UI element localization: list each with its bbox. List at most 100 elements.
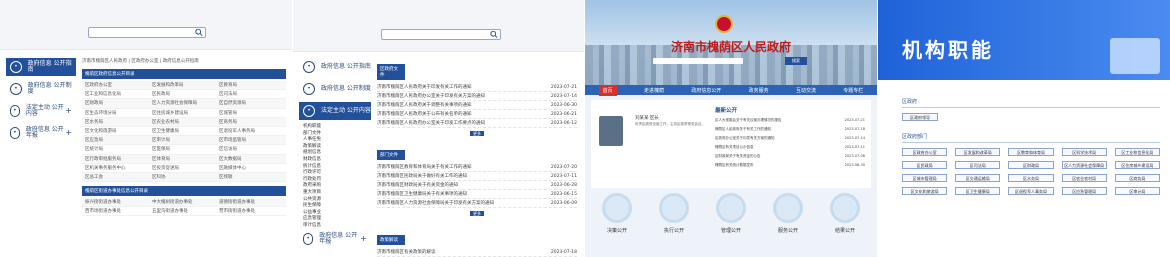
table-cell-link[interactable]: 区商务局 (219, 119, 286, 125)
sidebar-item[interactable]: • 政府信息 公开指南 (6, 58, 76, 76)
table-cell-link[interactable]: 道德街街道办事处 (219, 199, 286, 205)
dept-button[interactable]: 区司法局 (955, 161, 1001, 169)
sidebar-item[interactable]: • 政府信息 公开制度 (299, 80, 371, 98)
table-cell-link[interactable]: 区生态环境分局 (85, 110, 152, 116)
table-cell-link[interactable]: 区文化和旅游局 (85, 128, 152, 134)
sub-nav-item[interactable]: 行政许可 (299, 170, 371, 177)
search-input[interactable] (88, 27, 206, 38)
sub-nav-item[interactable]: 机构职能 (299, 124, 371, 131)
item-title[interactable]: 济南市槐荫区人民政府关于公布有关名单的通知 (377, 111, 472, 117)
table-cell-link[interactable]: 区政府办公室 (85, 82, 152, 88)
table-cell-link[interactable]: 区人力资源社会保障局 (152, 100, 219, 106)
sub-nav-item[interactable]: 财政信息 (299, 157, 371, 164)
table-cell-link[interactable]: 区残联 (219, 174, 286, 180)
table-cell-link[interactable]: 区农业农村局 (152, 119, 219, 125)
disclosure-card[interactable]: 决策公开 (591, 193, 643, 234)
more-button[interactable]: 更多 (470, 131, 484, 136)
table-cell-link[interactable]: 营市街街道办事处 (219, 208, 286, 214)
nav-item[interactable]: 政府信息公开 (691, 87, 721, 94)
sidebar-item[interactable]: • 法定主动 公开内容 + (6, 102, 76, 120)
dept-button[interactable]: 区发展和改革局 (955, 148, 1001, 156)
sub-nav-item[interactable]: 规划信息 (299, 150, 371, 157)
list-item[interactable]: 济南市槐荫区财政局关于有关资金的通知 2023-06-28 (377, 181, 577, 190)
latest-item-title[interactable]: 区人大常委会关于有关议案办理情况的报告 (715, 118, 782, 123)
latest-item-title[interactable]: 区财政局关于有关资金的公告 (715, 154, 761, 159)
table-cell-link[interactable]: 区总工会 (85, 174, 152, 180)
dept-button[interactable]: 区应急管理局 (1061, 187, 1107, 195)
disclosure-card[interactable]: 管理公开 (705, 193, 757, 234)
latest-item-title[interactable]: 区政府办公室关于印发有关方案的通知 (715, 136, 775, 141)
more-button[interactable]: 更多 (470, 211, 484, 216)
table-cell-link[interactable]: 区大数据局 (219, 156, 286, 162)
disclosure-card[interactable]: 服务公开 (762, 193, 814, 234)
item-title[interactable]: 济南市槐荫区民政局关于做好有关工作的通知 (377, 173, 467, 179)
table-cell-link[interactable]: 区医保局 (152, 146, 219, 152)
table-cell-link[interactable]: 西市场街道办事处 (85, 208, 152, 214)
list-item[interactable]: 济南市槐荫区教育和体育局关于有关工作的通知 2023-07-20 (377, 163, 577, 172)
search-button[interactable]: 搜索 (785, 57, 807, 65)
nav-item[interactable]: 专题专栏 (843, 87, 863, 94)
list-item[interactable]: 济南市槐荫区卫生健康局关于有关事项的通知 2023-06-15 (377, 190, 577, 199)
dept-button[interactable]: 区退役军人事务局 (1008, 187, 1054, 195)
latest-item[interactable]: 区政府办公室关于印发有关方案的通知 2023-07-14 (715, 136, 865, 141)
item-title[interactable]: 济南市槐荫区人力资源社会保障局关于印发有关方案的通知 (377, 200, 494, 206)
dept-button[interactable]: 区财政局 (1008, 161, 1054, 169)
table-cell-link[interactable]: 区财政局 (85, 100, 152, 106)
dept-button[interactable]: 区教育和体育局 (1008, 148, 1054, 156)
expand-icon[interactable]: + (360, 234, 367, 242)
nav-item[interactable]: 走进槐荫 (644, 87, 664, 94)
list-item[interactable]: 济南市槐荫区民政局关于做好有关工作的通知 2023-07-11 (377, 172, 577, 181)
latest-item-title[interactable]: 槐荫区人民政府关于有关工作的通知 (715, 127, 771, 132)
table-cell-link[interactable]: 区司法局 (219, 91, 286, 97)
dept-button[interactable]: 区人力资源社会保障局 (1061, 161, 1107, 169)
latest-item[interactable]: 槐荫区人民政府关于有关工作的通知 2023-07-18 (715, 127, 865, 132)
search-icon[interactable] (195, 28, 203, 37)
latest-item-title[interactable]: 槐荫区有关统计数据发布 (715, 163, 754, 168)
list-item[interactable]: 济南市槐荫区有关政策的解读 2023-07-18 (377, 248, 577, 257)
latest-item[interactable]: 区财政局关于有关资金的公告 2023-07-06 (715, 154, 865, 159)
sub-nav-item[interactable]: 应急管理 (299, 216, 371, 223)
table-cell-link[interactable]: 五里沟街道办事处 (152, 208, 219, 214)
latest-item[interactable]: 槐荫区有关统计数据发布 2023-06-30 (715, 163, 865, 168)
table-cell-link[interactable]: 区教育局 (219, 82, 286, 88)
dept-button[interactable]: 区民政局 (902, 161, 948, 169)
item-title[interactable]: 济南市槐荫区财政局关于有关资金的通知 (377, 182, 458, 188)
dept-button[interactable]: 区审计局 (1114, 187, 1160, 195)
sidebar-item[interactable]: • 法定主动 公开内容 (299, 102, 371, 120)
latest-item-title[interactable]: 槐荫区有关项目公示信息 (715, 145, 754, 150)
table-cell-link[interactable]: 区应急局 (85, 137, 152, 143)
search-input[interactable] (653, 58, 743, 64)
nav-item[interactable]: 政务服务 (749, 87, 769, 94)
nav-item[interactable]: 首页 (598, 84, 617, 96)
item-title[interactable]: 济南市槐荫区有关政策的解读 (377, 249, 436, 255)
gov-leader-button[interactable]: 区政府领导 (902, 113, 938, 121)
sidebar-item[interactable]: • 政府信息 公开年报 + (299, 230, 371, 248)
search-icon[interactable] (490, 30, 498, 39)
table-cell-link[interactable]: 区科协 (152, 174, 219, 180)
list-item[interactable]: 济南市槐荫区人民政府办公室关于印发有关方案的通知 2023-07-14 (377, 92, 577, 101)
sidebar-item[interactable]: • 政府信息 公开年报 + (6, 124, 76, 142)
expand-icon[interactable]: + (65, 129, 72, 137)
sub-nav-item[interactable]: 人事任免 (299, 137, 371, 144)
table-cell-link[interactable]: 区住房城乡建设局 (152, 110, 219, 116)
list-item[interactable]: 济南市槐荫区人力资源社会保障局关于印发有关方案的通知 2023-06-09 (377, 199, 577, 208)
dept-button[interactable]: 区政府办公室 (902, 148, 948, 156)
dept-button[interactable]: 区卫生健康局 (955, 187, 1001, 195)
dept-button[interactable]: 区文化和旅游局 (902, 187, 948, 195)
list-item[interactable]: 济南市槐荫区人民政府关于公布有关名单的通知 2023-06-21 (377, 110, 577, 119)
sub-nav-item[interactable]: 民生保障 (299, 203, 371, 210)
item-title[interactable]: 济南市槐荫区人民政府办公室关于印发有关方案的通知 (377, 93, 485, 99)
sub-nav-item[interactable]: 重大项目 (299, 190, 371, 197)
dept-button[interactable]: 区农业农村局 (1061, 174, 1107, 182)
list-item[interactable]: 济南市槐荫区人民政府关于调整有关事项的通知 2023-06-30 (377, 101, 577, 110)
table-cell-link[interactable]: 区水务局 (85, 119, 152, 125)
search-input[interactable] (381, 29, 501, 40)
table-cell-link[interactable]: 区城管局 (219, 110, 286, 116)
table-cell-link[interactable]: 区市场监管局 (219, 137, 286, 143)
table-cell-link[interactable]: 区自然资源局 (219, 100, 286, 106)
table-cell-link[interactable]: 区行政审批服务局 (85, 156, 152, 162)
table-cell-link[interactable]: 区投资促进局 (152, 165, 219, 171)
disclosure-card[interactable]: 结果公开 (819, 193, 871, 234)
list-item[interactable]: 济南市槐荫区人民政府关于印发有关工作的通知 2023-07-21 (377, 83, 577, 92)
dept-button[interactable]: 区住房城乡建设局 (1114, 161, 1160, 169)
